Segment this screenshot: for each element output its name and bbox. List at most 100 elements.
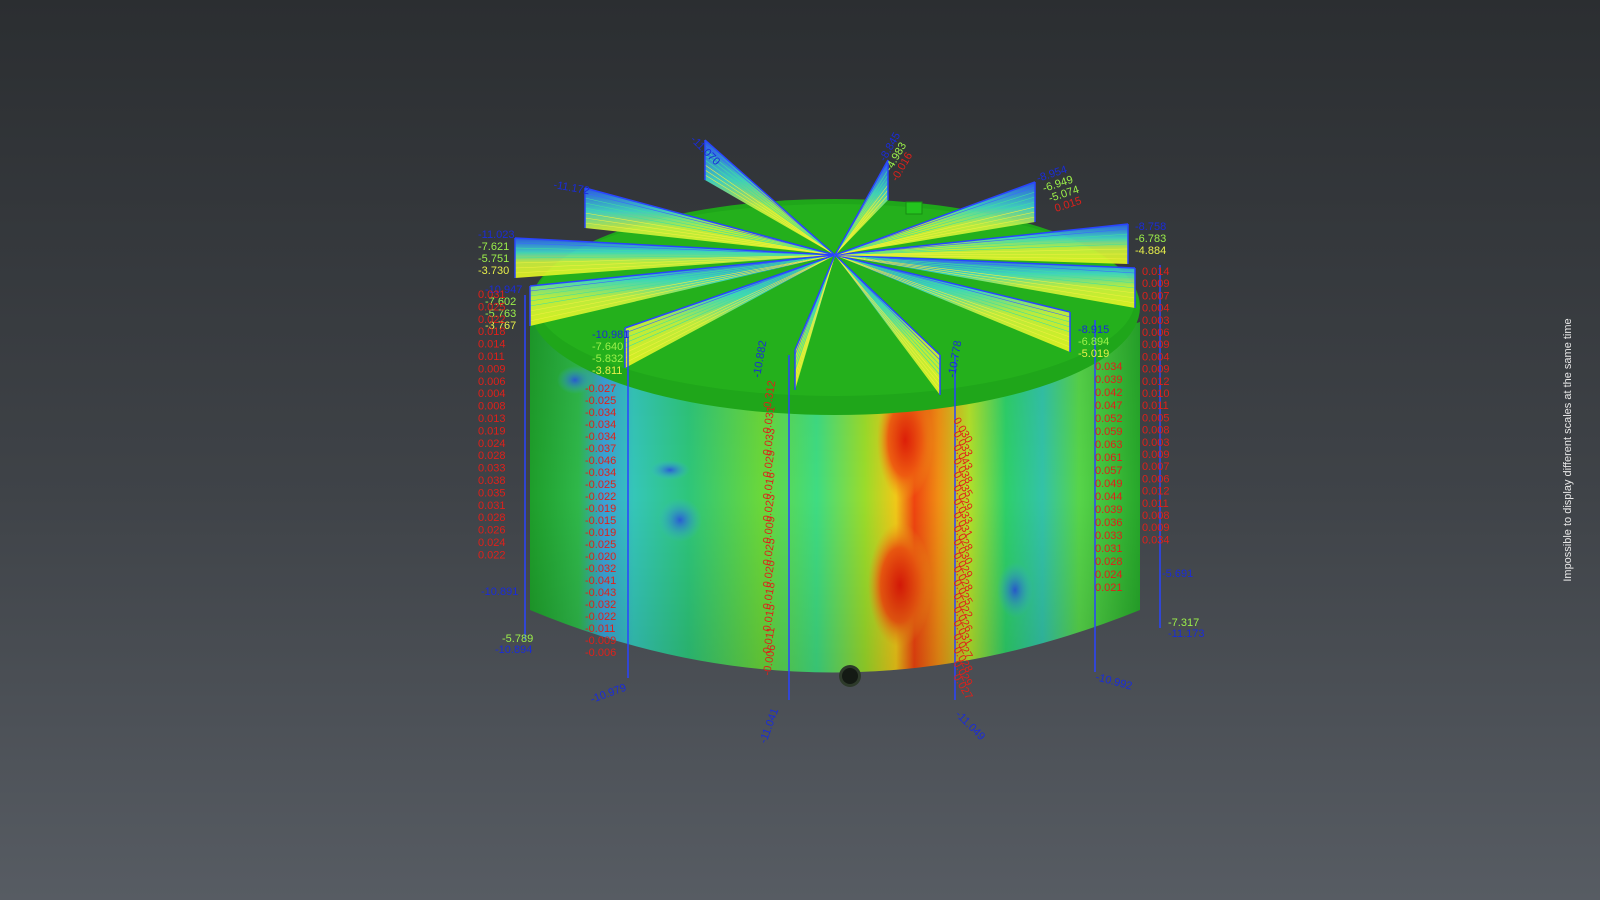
wall-label: -0.032 — [585, 563, 616, 575]
wall-label: -0.034 — [585, 467, 616, 479]
wall-label: -0.015 — [585, 515, 616, 527]
bottom-label: -5.691 — [1162, 568, 1193, 580]
wall-label: 0.004 — [1142, 351, 1170, 363]
fin-label: -8.758 — [1135, 221, 1166, 233]
wall-label: 0.018 — [478, 326, 506, 338]
wall-label: 0.028 — [478, 450, 506, 462]
wall-label: 0.057 — [1095, 465, 1123, 477]
wall-label: 0.031 — [1095, 543, 1123, 555]
wall-label: -0.006 — [585, 647, 616, 659]
wall-label: 0.011 — [1142, 498, 1169, 510]
scale-notice: Impossible to display different scales a… — [1562, 318, 1574, 582]
wall-label: 0.025 — [478, 301, 506, 313]
wall-label: -0.037 — [585, 443, 616, 455]
wall-label: 0.008 — [1142, 425, 1170, 437]
wall-label: 0.009 — [1142, 522, 1170, 534]
wall-label: 0.026 — [478, 525, 506, 537]
wall-label: -0.025 — [585, 539, 616, 551]
bottom-label: -11.173 — [1168, 628, 1205, 640]
wall-label: 0.010 — [1142, 388, 1170, 400]
wall-label: -0.011 — [585, 623, 615, 635]
fin-label: -3.811 — [592, 365, 622, 377]
wall-label: 0.019 — [478, 425, 506, 437]
wall-label: 0.014 — [1142, 266, 1170, 278]
wall-label: 0.022 — [478, 549, 506, 561]
wall-label: 0.063 — [1095, 439, 1123, 451]
wall-label: -0.041 — [585, 575, 616, 587]
fin-label: -11.023 — [478, 229, 515, 241]
wall-label: 0.033 — [478, 463, 506, 475]
wall-label: -0.034 — [585, 407, 616, 419]
wall-label: 0.047 — [1095, 400, 1123, 412]
wall-label: 0.009 — [1142, 339, 1170, 351]
wall-label: 0.013 — [478, 413, 506, 425]
wall-label: 0.011 — [1142, 400, 1169, 412]
wall-label: -0.019 — [585, 503, 616, 515]
wall-label: 0.034 — [1095, 361, 1123, 373]
wall-label: 0.006 — [478, 376, 506, 388]
bottom-label: -10.992 — [1094, 671, 1133, 692]
wall-label: 0.008 — [478, 401, 506, 413]
wall-label: 0.033 — [1095, 530, 1123, 542]
bottom-label: -11.049 — [953, 709, 987, 743]
wall-label: 0.039 — [1095, 374, 1123, 386]
wall-label: 0.042 — [1095, 387, 1123, 399]
fin-label: -10.981 — [592, 329, 629, 341]
wall-label: 0.049 — [1095, 478, 1123, 490]
wall-label: -0.034 — [585, 431, 616, 443]
wall-label: 0.014 — [478, 339, 506, 351]
bottom-label: -10.894 — [495, 644, 532, 656]
wall-label: 0.039 — [1095, 504, 1123, 516]
wall-label: 0.035 — [478, 487, 506, 499]
deviation-colormap-model[interactable]: -11.070 -8.845-4.983-0.016-11.172-8.954-6… — [0, 0, 1600, 900]
fin-label: -5.019 — [1078, 348, 1109, 360]
fin-label: -8.915 — [1078, 324, 1109, 336]
wall-label: -0.009 — [585, 635, 616, 647]
wall-label: 0.034 — [1142, 534, 1170, 546]
wall-label: 0.004 — [1142, 303, 1170, 315]
wall-label: 0.007 — [1142, 461, 1170, 473]
wall-label: 0.059 — [1095, 426, 1123, 438]
wall-label: 0.007 — [1142, 290, 1170, 302]
wall-label: 0.024 — [478, 537, 506, 549]
wall-label: 0.038 — [478, 475, 506, 487]
wall-label: 0.012 — [1142, 486, 1170, 498]
wall-label: 0.022 — [478, 314, 506, 326]
wall-label: 0.006 — [1142, 473, 1170, 485]
wall-label: -0.022 — [585, 491, 616, 503]
wall-label: 0.006 — [1142, 327, 1170, 339]
wall-label: -0.019 — [585, 527, 616, 539]
wall-label: 0.009 — [478, 363, 506, 375]
wall-label: 0.008 — [1142, 510, 1170, 522]
fin-label: -5.832 — [592, 353, 623, 365]
wall-label: 0.009 — [1142, 278, 1170, 290]
wall-label: 0.031 — [478, 289, 506, 301]
wall-label: -0.020 — [585, 551, 616, 563]
wall-label: -0.022 — [585, 611, 616, 623]
wall-label: 0.011 — [478, 351, 505, 363]
wall-label: 0.044 — [1095, 491, 1123, 503]
fin-label: -6.894 — [1078, 336, 1109, 348]
wall-label: -0.025 — [585, 395, 616, 407]
wall-label: 0.024 — [1095, 569, 1123, 581]
wall-label: -0.034 — [585, 419, 616, 431]
wall-label: 0.061 — [1095, 452, 1123, 464]
fin-label: -7.621 — [478, 241, 509, 253]
wall-label: 0.024 — [478, 438, 506, 450]
wall-label: 0.021 — [1095, 582, 1123, 594]
bottom-label: -11.041 — [758, 707, 782, 745]
fin-label: -4.884 — [1135, 245, 1166, 257]
wall-label: -0.032 — [585, 599, 616, 611]
fin-label: -7.640 — [592, 341, 623, 353]
wall-label: 0.009 — [1142, 364, 1170, 376]
wall-label: 0.003 — [1142, 315, 1170, 327]
fin-label: -6.783 — [1135, 233, 1166, 245]
fin-label: -5.751 — [478, 253, 509, 265]
3d-viewport[interactable]: -11.070 -8.845 -4.983 -0.016 -11.172 -8.954 -6… — [0, 0, 1600, 900]
wall-label: 0.031 — [478, 500, 506, 512]
wall-label: 0.052 — [1095, 413, 1123, 425]
fin-label: -11.172 — [552, 179, 590, 197]
bottom-label: -10.891 — [481, 586, 518, 598]
bottom-label: -10.979 — [589, 682, 628, 706]
wall-label: -0.025 — [585, 479, 616, 491]
